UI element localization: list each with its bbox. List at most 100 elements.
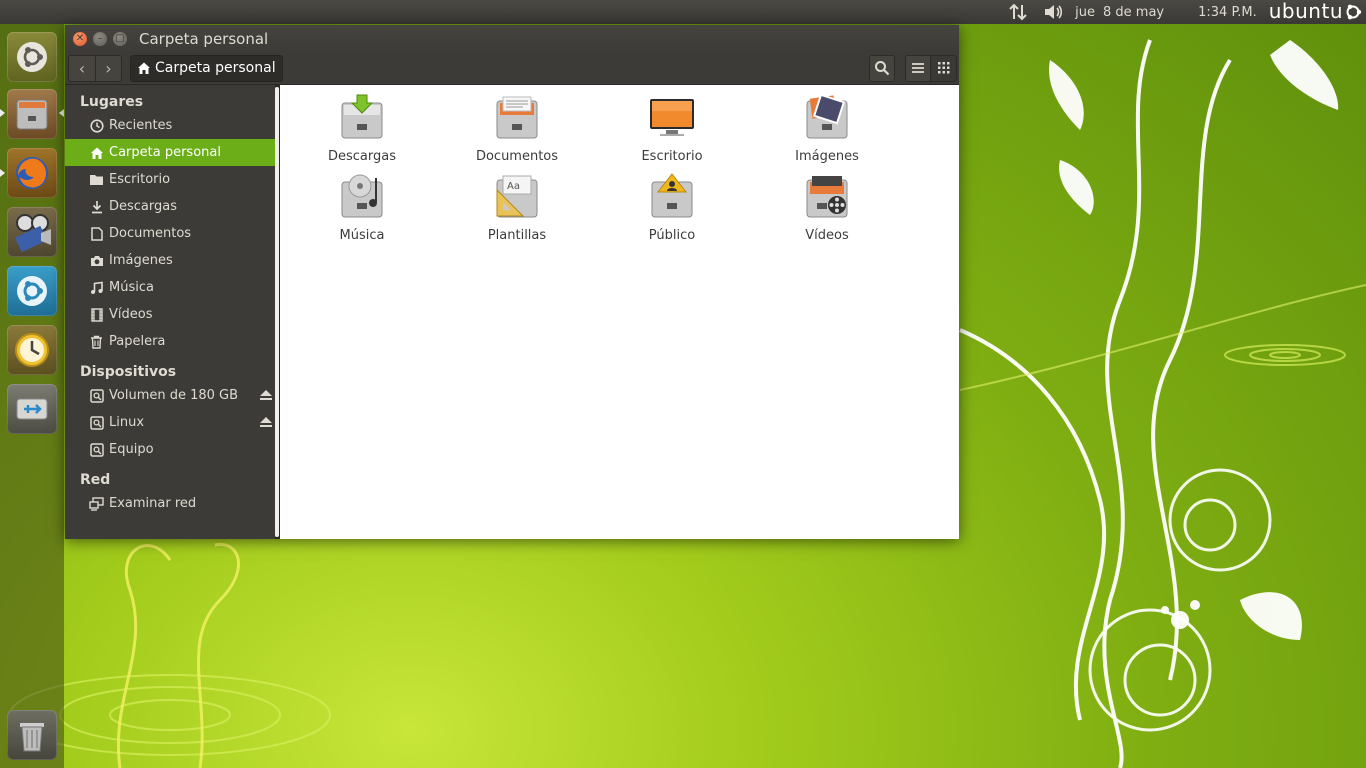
trash-icon [89,334,104,349]
search-button[interactable] [869,54,895,82]
file-item-label: Vídeos [805,228,849,243]
search-icon [875,61,890,76]
file-item-label: Documentos [475,149,559,164]
focus-indicator [59,109,64,117]
file-item-music[interactable]: Música [302,172,422,243]
sidebar-item-label: Linux [109,415,145,430]
clock-backup-icon [15,333,49,367]
launcher-backup-button[interactable] [7,325,57,375]
file-item-downloads[interactable]: Descargas [302,93,422,164]
folder-pictures-icon [806,93,848,139]
sidebar-item-trash[interactable]: Papelera [65,328,279,355]
ubuntu-session-icon[interactable] [1344,3,1362,21]
volume-icon[interactable] [1043,2,1065,22]
chevron-right-icon: › [105,58,112,78]
sidebar-item-label: Recientes [109,118,173,133]
folder-music-icon [341,174,383,218]
ubuntu-brand: ubuntu [1268,0,1343,23]
sidebar-item-label: Descargas [109,199,178,214]
window-title: Carpeta personal [139,29,269,48]
sidebar-item-pictures[interactable]: Imágenes [65,247,279,274]
running-indicator [0,109,5,117]
folder-downloads-icon [341,94,383,139]
file-item-templates[interactable]: Aa Plantillas [457,172,577,243]
network-transfer-icon[interactable] [1007,2,1029,22]
home-icon [89,145,104,160]
sidebar-item-recent[interactable]: Recientes [65,112,279,139]
launcher-video-editor-button[interactable] [7,207,57,257]
file-item-label: Público [648,228,696,243]
list-icon [912,63,924,73]
sidebar-item-linux[interactable]: Linux [65,409,279,436]
download-icon [89,199,104,214]
sidebar-item-label: Documentos [109,226,192,241]
launcher [0,24,64,768]
file-item-desktop[interactable]: Escritorio [612,93,732,164]
sidebar-item-computer[interactable]: Equipo [65,436,279,463]
eject-icon[interactable] [259,388,273,402]
file-item-videos[interactable]: Vídeos [767,172,887,243]
launcher-firefox-button[interactable] [7,148,57,198]
sidebar: Lugares Recientes Carpeta personal Escri… [65,85,279,539]
folder-icon [89,172,104,187]
window-body: Lugares Recientes Carpeta personal Escri… [65,85,959,539]
sidebar-item-videos[interactable]: Vídeos [65,301,279,328]
file-item-pictures[interactable]: Imágenes [767,93,887,164]
ubuntu-software-icon [17,276,47,306]
ubuntu-logo-icon [17,42,47,72]
date-label[interactable]: 8 de may [1103,5,1164,20]
grid-view-button[interactable] [931,54,957,82]
minimize-icon: – [97,32,103,44]
minimize-window-button[interactable]: – [93,31,107,46]
folder-public-icon [651,173,693,218]
title-bar[interactable]: ✕ – □ Carpeta personal [65,25,959,52]
folder-desktop-icon [650,99,694,136]
sidebar-item-home[interactable]: Carpeta personal [65,139,279,166]
camera-icon [89,253,104,268]
sidebar-item-label: Examinar red [109,496,197,511]
date-day[interactable]: jue [1075,5,1095,20]
clock-icon [89,118,104,133]
svg-text:Aa: Aa [507,181,520,192]
icon-view[interactable]: Descargas Documentos Escritorio Imágenes… [279,85,959,539]
file-item-documents[interactable]: Documentos [457,93,577,164]
launcher-software-center-button[interactable] [7,266,57,316]
path-bar-home[interactable]: Carpeta personal [130,54,283,82]
close-icon: ✕ [75,32,85,44]
eject-icon[interactable] [259,415,273,429]
sidebar-item-volume-180gb[interactable]: Volumen de 180 GB [65,382,279,409]
path-bar-label: Carpeta personal [155,60,276,76]
navigation-buttons: ‹ › [68,54,122,82]
launcher-usb-drive-button[interactable] [7,384,57,434]
launcher-files-button[interactable] [7,89,57,139]
grid-icon [937,62,949,74]
forward-button[interactable]: › [95,55,121,81]
sidebar-item-label: Música [109,280,154,295]
sidebar-item-browse-network[interactable]: Examinar red [65,490,279,517]
file-cabinet-icon [16,99,48,130]
clock[interactable]: 1:34 P.M. [1198,5,1257,20]
sidebar-item-documents[interactable]: Documentos [65,220,279,247]
network-icon [89,496,104,511]
close-window-button[interactable]: ✕ [73,31,87,46]
folder-documents-icon [496,96,538,139]
sidebar-item-downloads[interactable]: Descargas [65,193,279,220]
drive-icon [89,415,104,430]
home-icon [138,62,150,74]
sidebar-header-places: Lugares [80,94,144,110]
maximize-window-button[interactable]: □ [113,31,127,46]
launcher-trash-button[interactable] [7,710,57,760]
drive-icon [89,388,104,403]
file-item-public[interactable]: Público [612,172,732,243]
sidebar-item-desktop[interactable]: Escritorio [65,166,279,193]
list-view-button[interactable] [905,54,931,82]
dash-home-button[interactable] [7,32,57,82]
file-item-label: Escritorio [641,149,703,164]
file-item-label: Descargas [327,149,396,164]
toolbar: ‹ › Carpeta personal [65,52,959,85]
file-item-label: Plantillas [487,228,547,243]
file-item-label: Música [339,228,385,243]
folder-videos-icon [806,176,848,218]
sidebar-item-music[interactable]: Música [65,274,279,301]
back-button[interactable]: ‹ [69,56,95,81]
